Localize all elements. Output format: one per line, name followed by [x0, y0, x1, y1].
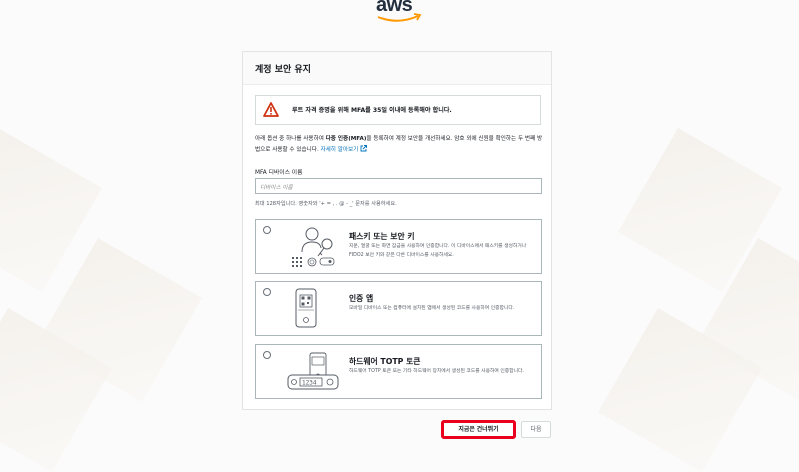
smile-arrow-icon [377, 13, 422, 22]
card-title: 계정 보안 유지 [243, 52, 551, 85]
authenticator-title: 인증 앱 [349, 294, 374, 303]
option-passkey[interactable]: 패스키 또는 보안 키 지문, 얼굴 또는 화면 잠금을 사용하여 인증합니다.… [255, 219, 542, 274]
hardware-token-icon: 1234 [287, 352, 339, 390]
warning-icon [263, 102, 279, 117]
description-emphasis: 다중 인증(MFA) [325, 136, 367, 142]
authenticator-app-icon [295, 288, 317, 328]
alert-text: 루트 자격 증명을 위해 MFA를 35일 이내에 등록해야 합니다. [292, 107, 452, 114]
hardware-totp-title: 하드웨어 TOTP 토큰 [349, 357, 421, 366]
description-text: 아래 옵션 중 하나를 사용하여 [255, 136, 326, 142]
option-authenticator-app[interactable]: 인증 앱 모바일 디바이스 또는 컴퓨터에 설치된 앱에서 생성된 코드를 사용… [255, 281, 542, 336]
hardware-totp-description: 하드웨어 TOTP 토큰 또는 기타 하드웨어 장치에서 생성된 코드를 사용하… [349, 369, 524, 374]
learn-more-label: 자세히 알아보기 [320, 147, 359, 153]
hardware-totp-radio[interactable] [263, 351, 271, 359]
authenticator-description: 모바일 디바이스 또는 컴퓨터에 설치된 앱에서 생성된 코드를 사용하여 인증… [349, 306, 515, 311]
passkey-description: 지문, 얼굴 또는 화면 잠금을 사용하여 인증합니다. 이 디바이스에서 패스… [349, 244, 527, 258]
mfa-card: 계정 보안 유지 루트 자격 증명을 위해 MFA를 35일 이내에 등록해야 … [242, 51, 552, 410]
passkey-icon [292, 227, 335, 267]
token-digits: 1234 [302, 380, 317, 387]
passkey-title: 패스키 또는 보안 키 [349, 232, 415, 241]
mfa-description: 아래 옵션 중 하나를 사용하여 다중 인증(MFA)을 등록하여 계정 보안을… [255, 134, 543, 156]
authenticator-radio[interactable] [263, 288, 271, 296]
option-hardware-totp[interactable]: 1234 하드웨어 TOTP 토큰 하드웨어 TOTP 토큰 또는 기타 하드웨… [255, 344, 542, 399]
mfa-device-name-label: MFA 디바이스 이름 [255, 170, 303, 176]
mfa-device-name-input[interactable]: 디바이스 이름 [255, 178, 542, 194]
passkey-radio[interactable] [263, 226, 271, 234]
skip-for-now-button[interactable]: 지금은 건너뛰기 [441, 420, 516, 439]
aws-logo: aws [374, 0, 426, 24]
external-link-icon [360, 145, 368, 152]
next-button[interactable]: 다음 [521, 421, 551, 438]
learn-more-link[interactable]: 자세히 알아보기 [320, 145, 368, 153]
mfa-device-name-hint: 최대 128자입니다. 영숫자와 '+ = , . @ - _' 문자를 사용하… [255, 201, 397, 207]
mfa-alert: 루트 자격 증명을 위해 MFA를 35일 이내에 등록해야 합니다. [255, 95, 541, 125]
